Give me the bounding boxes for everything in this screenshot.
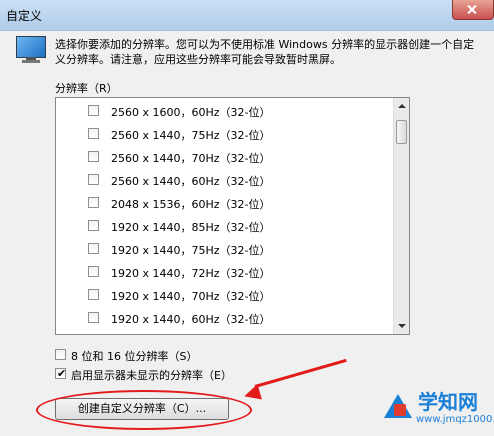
annotation-arrow [254,358,347,388]
list-item[interactable]: 2560 x 1440，70Hz（32-位） [56,146,394,168]
resolution-label: 1920 x 1440，75Hz（32-位） [111,244,271,257]
window-title: 自定义 [6,9,43,23]
watermark-name: 学知网 [418,390,478,414]
low-bpp-label: 8 位和 16 位分辨率（S） [71,350,198,363]
resolution-label: 2560 x 1600，60Hz（32-位） [111,106,271,119]
low-bpp-checkbox[interactable] [55,349,66,360]
resolution-label: 2560 x 1440，70Hz（32-位） [111,152,271,165]
list-item[interactable]: 1920 x 1440，70Hz（32-位） [56,284,394,306]
resolution-label: 2560 x 1440，60Hz（32-位） [111,175,271,188]
resolution-checkbox[interactable] [88,220,99,231]
scrollbar-thumb[interactable] [396,120,407,144]
list-item[interactable]: 2560 x 1600，60Hz（32-位） [56,100,394,122]
title-bar: 自定义 [0,0,494,31]
resolution-checkbox[interactable] [88,174,99,185]
list-item[interactable]: 1920 x 1200，100Hz（32-位） [56,330,394,335]
resolution-checkbox[interactable] [88,151,99,162]
hidden-modes-label: 启用显示器未显示的分辨率（E） [71,369,232,382]
annotation-arrow-head [242,384,262,404]
resolution-label: 2560 x 1440，75Hz（32-位） [111,129,271,142]
watermark-logo-icon [384,394,412,422]
resolution-checkbox[interactable] [88,289,99,300]
checkmark-icon: ✔ [57,367,67,380]
chevron-down-icon[interactable] [394,318,409,334]
close-icon[interactable] [452,0,494,20]
hidden-modes-checkbox[interactable]: ✔ [55,367,67,380]
description-text: 选择你要添加的分辨率。您可以为不使用标准 Windows 分辨率的显示器创建一个… [55,38,475,66]
monitor-icon [16,36,46,64]
resolution-checkbox[interactable] [88,266,99,277]
resolution-checkbox[interactable] [88,312,99,323]
list-item[interactable]: 1920 x 1440，72Hz（32-位） [56,261,394,283]
resolution-checkbox[interactable] [88,105,99,116]
list-item[interactable]: 1920 x 1440，85Hz（32-位） [56,215,394,237]
list-item[interactable]: 2560 x 1440，75Hz（32-位） [56,123,394,145]
list-item[interactable]: 2560 x 1440，60Hz（32-位） [56,169,394,191]
scrollbar[interactable] [393,98,409,334]
resolution-list[interactable]: 2560 x 1600，60Hz（32-位） 2560 x 1440，75Hz（3… [55,97,410,335]
watermark-url: www.jmqz1000.com [416,414,494,425]
highlight-ellipse [36,390,252,430]
list-item[interactable]: 1920 x 1440，75Hz（32-位） [56,238,394,260]
resolution-checkbox[interactable] [88,197,99,208]
resolution-checkbox[interactable] [88,243,99,254]
resolution-checkbox[interactable] [88,128,99,139]
chevron-up-icon[interactable] [394,98,409,114]
list-item[interactable]: 2048 x 1536，60Hz（32-位） [56,192,394,214]
resolution-label: 1920 x 1440，60Hz（32-位） [111,313,271,326]
watermark: 学知网 www.jmqz1000.com [378,384,494,436]
resolution-label: 2048 x 1536，60Hz（32-位） [111,198,271,211]
list-item[interactable]: 1920 x 1440，60Hz（32-位） [56,307,394,329]
resolution-label: 1920 x 1440，72Hz（32-位） [111,267,271,280]
resolution-label: 1920 x 1440，85Hz（32-位） [111,221,271,234]
resolution-label: 1920 x 1200，100Hz（32-位） [111,334,278,335]
resolution-label: 1920 x 1440，70Hz（32-位） [111,290,271,303]
resolution-list-label: 分辨率（R） [55,82,118,95]
